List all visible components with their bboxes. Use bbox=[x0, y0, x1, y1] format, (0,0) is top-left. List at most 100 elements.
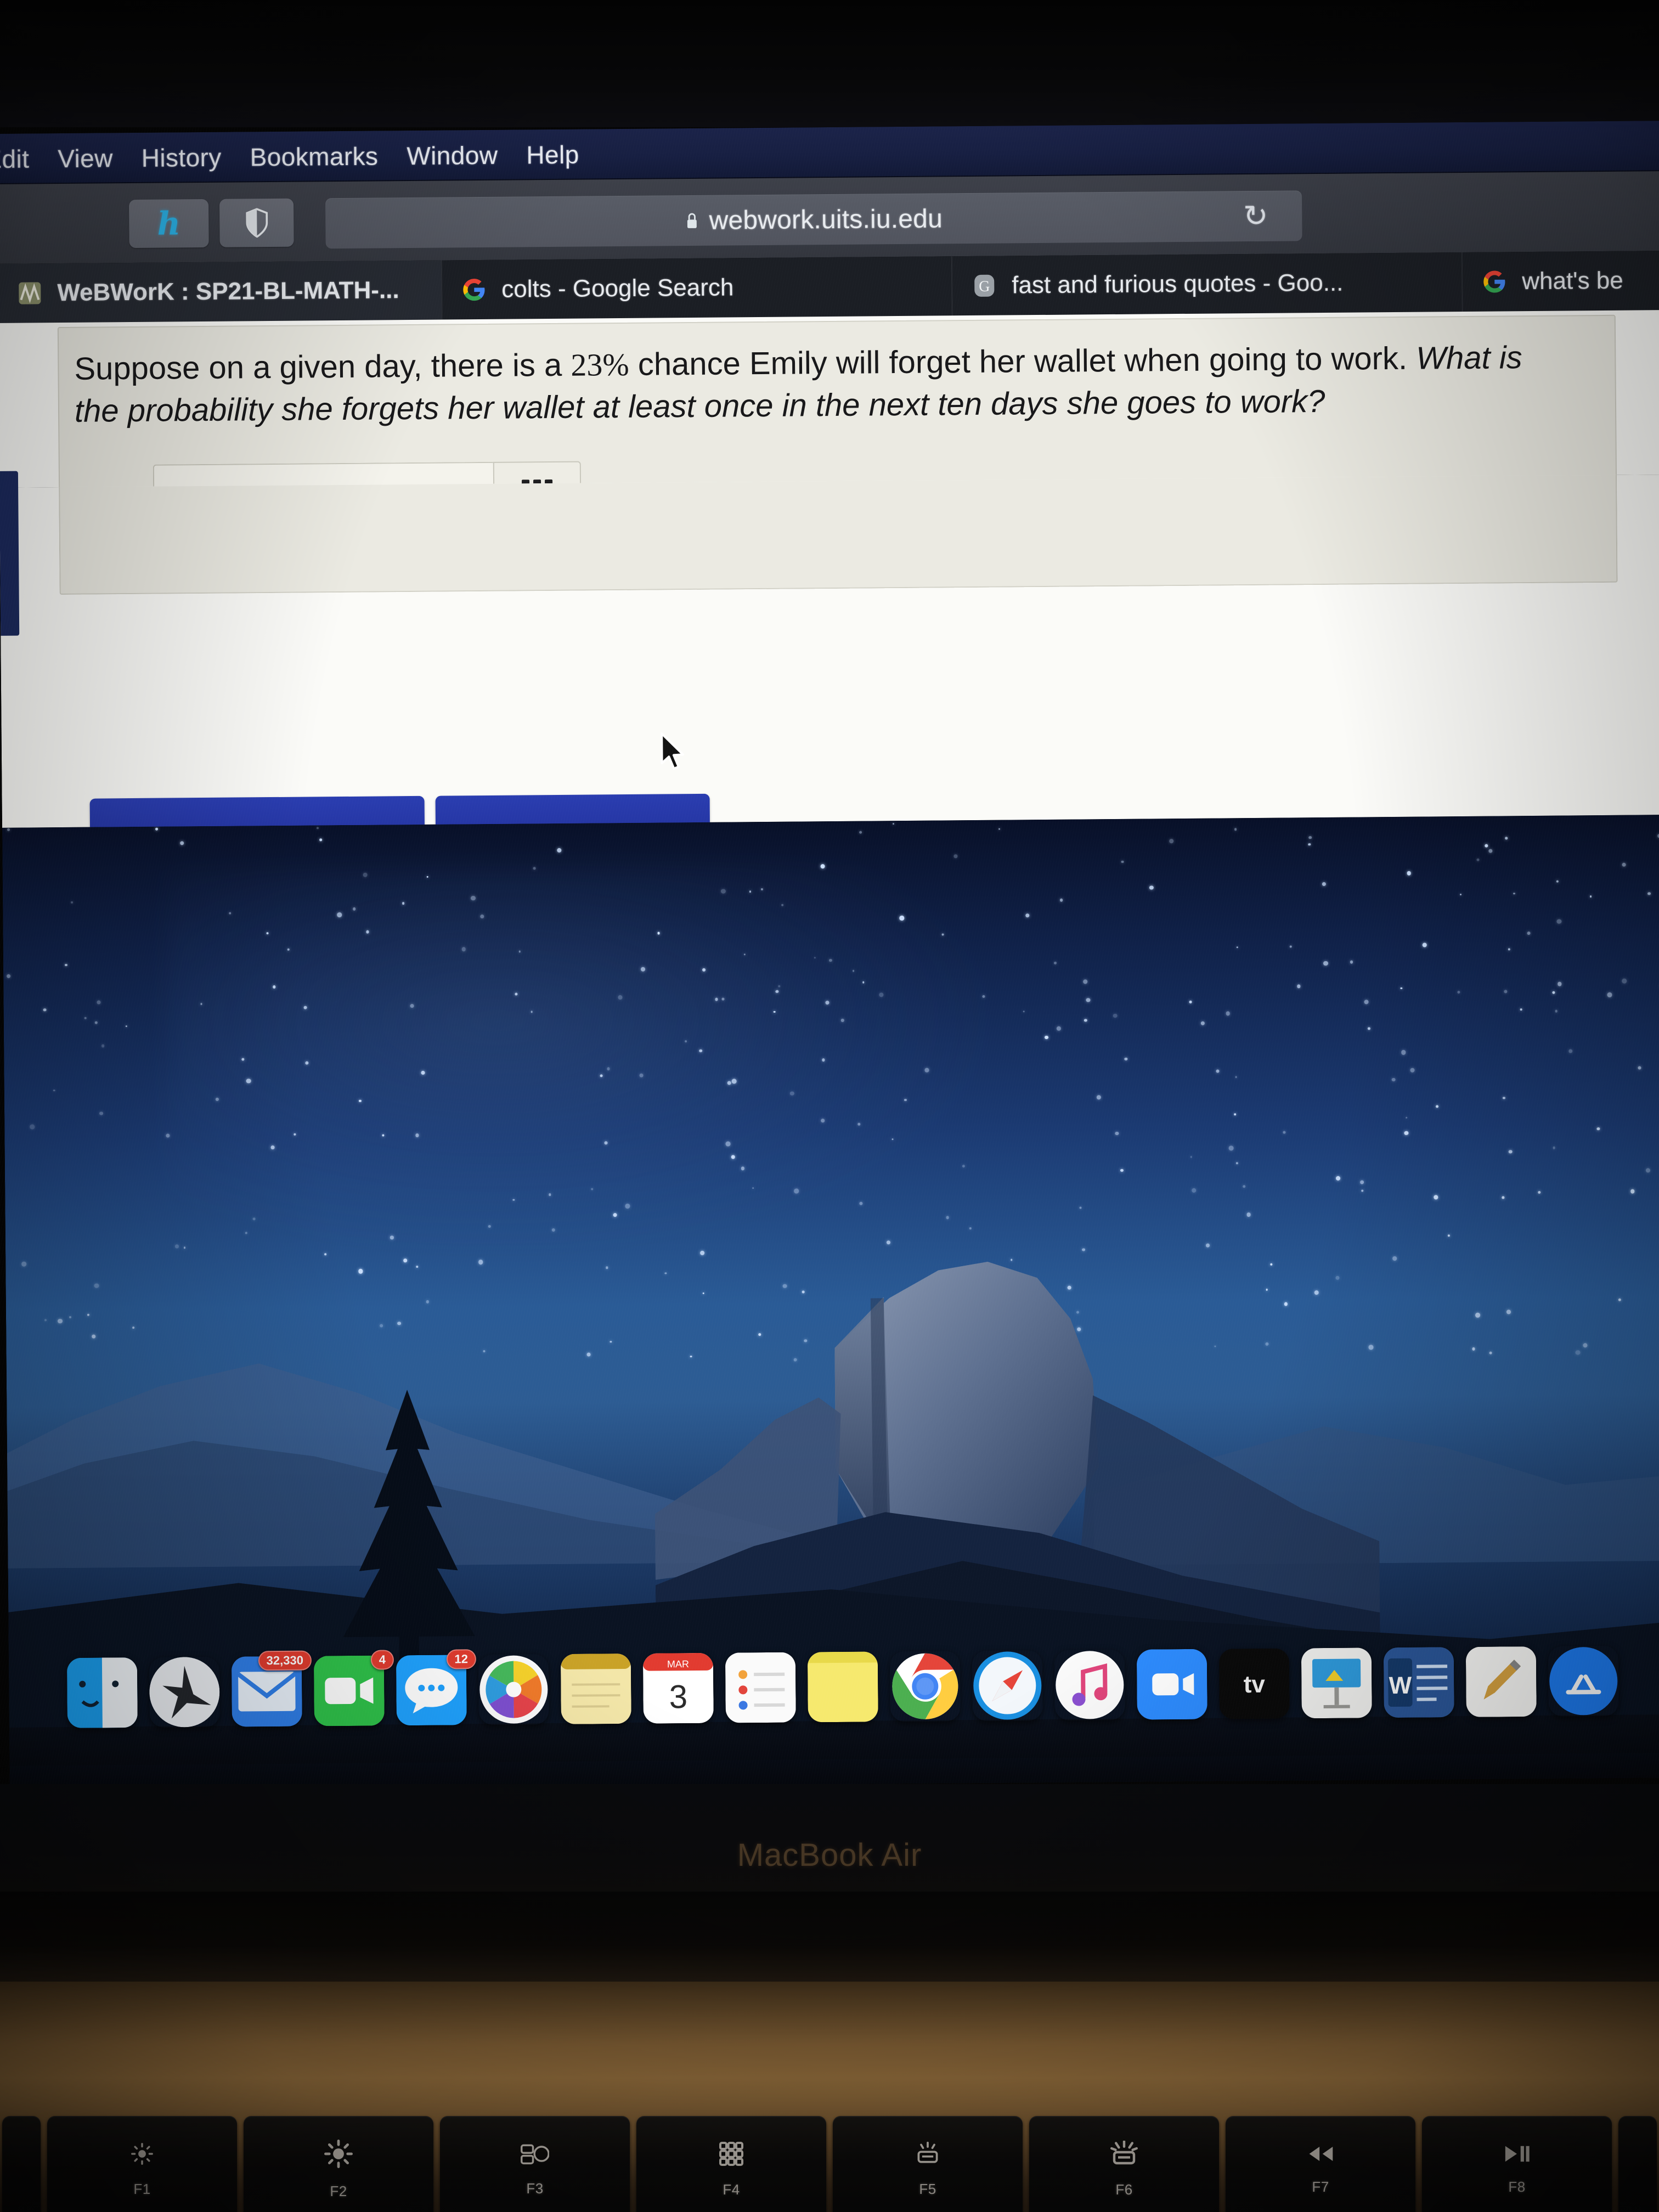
honey-extension-button[interactable]: h bbox=[128, 199, 209, 249]
keyboard-deck: F1 F2 F3 F4 F5 F6 F7 F8 bbox=[0, 1982, 1659, 2212]
dock-item-keynote[interactable] bbox=[1301, 1647, 1372, 1719]
dock-item-chrome[interactable] bbox=[890, 1651, 961, 1722]
function-key-label: F8 bbox=[1508, 2179, 1526, 2195]
app-store-icon bbox=[1548, 1646, 1619, 1717]
problem-text-part1: Suppose on a given day, there is a bbox=[74, 347, 571, 387]
tab-colts-google-search[interactable]: colts - Google Search bbox=[442, 256, 953, 320]
macbook-brand-label: MacBook Air bbox=[737, 1837, 922, 1873]
lock-icon bbox=[685, 212, 699, 229]
dock-badge: 32,330 bbox=[258, 1650, 312, 1671]
tab-label: what's be bbox=[1522, 267, 1623, 295]
keyboard-backlight-up-icon bbox=[1110, 2141, 1138, 2167]
stickies-icon bbox=[807, 1651, 878, 1723]
zoom-icon bbox=[1137, 1649, 1207, 1720]
tab-label: fast and furious quotes - Goo... bbox=[1012, 269, 1344, 299]
function-key-label: F6 bbox=[1115, 2181, 1133, 2198]
dock-item-safari[interactable] bbox=[972, 1650, 1043, 1721]
launchpad-icon bbox=[149, 1657, 220, 1728]
f9-key-partial[interactable] bbox=[1618, 2116, 1657, 2212]
dock-item-reminders[interactable] bbox=[725, 1652, 796, 1723]
dock-item-zoom[interactable] bbox=[1137, 1649, 1207, 1720]
function-key-f2[interactable]: F2 bbox=[244, 2116, 433, 2212]
reload-icon[interactable]: ↻ bbox=[1243, 200, 1268, 233]
problem-statement: Suppose on a given day, there is a 23% c… bbox=[74, 336, 1545, 432]
tab-webwork[interactable]: WeBWorK : SP21-BL-MATH-... bbox=[0, 260, 443, 323]
google-favicon bbox=[461, 276, 487, 303]
chrome-icon bbox=[890, 1651, 961, 1722]
webwork-sidebar[interactable] bbox=[0, 471, 20, 636]
dock-item-mail[interactable]: 32,330 bbox=[231, 1650, 312, 1727]
svg-text:tv: tv bbox=[1244, 1671, 1266, 1698]
google-grey-favicon: G bbox=[971, 273, 997, 299]
dock-item-stickies[interactable] bbox=[807, 1651, 878, 1723]
dock-item-music[interactable] bbox=[1054, 1650, 1125, 1720]
webwork-favicon bbox=[16, 280, 43, 306]
function-key-label: F4 bbox=[723, 2181, 740, 2198]
dock-item-microsoft-word[interactable]: W bbox=[1383, 1647, 1454, 1718]
music-icon bbox=[1054, 1650, 1125, 1720]
mouse-pointer-arrow bbox=[659, 732, 688, 771]
webwork-page-lower bbox=[0, 471, 1659, 859]
dock-item-facetime[interactable]: 4 bbox=[313, 1650, 394, 1726]
dock-item-launchpad[interactable] bbox=[149, 1657, 220, 1728]
function-key-f4[interactable]: F4 bbox=[636, 2116, 826, 2212]
problem-text-part2: chance Emily will forget her wallet when… bbox=[629, 340, 1417, 382]
function-key-f1[interactable]: F1 bbox=[47, 2116, 237, 2212]
dock-item-finder[interactable] bbox=[66, 1657, 138, 1729]
dock-item-app-store[interactable] bbox=[1548, 1646, 1619, 1717]
rewind-icon bbox=[1306, 2143, 1335, 2164]
dock-item-pages[interactable] bbox=[1465, 1646, 1537, 1717]
laptop-photo: Edit View History Bookmarks Window Help … bbox=[0, 0, 1659, 2212]
mission-control-icon bbox=[521, 2142, 549, 2166]
reminders-icon bbox=[725, 1652, 796, 1723]
menu-item-bookmarks[interactable]: Bookmarks bbox=[250, 141, 378, 172]
laptop-screen: Edit View History Bookmarks Window Help … bbox=[0, 121, 1659, 1791]
menu-item-edit[interactable]: Edit bbox=[0, 144, 29, 174]
menu-item-history[interactable]: History bbox=[142, 143, 222, 173]
apple-tv-icon: tv bbox=[1218, 1648, 1290, 1719]
keyboard-backlight-down-icon bbox=[915, 2141, 941, 2166]
notes-icon bbox=[560, 1654, 631, 1724]
shield-privacy-icon bbox=[245, 208, 269, 238]
webwork-page: Suppose on a given day, there is a 23% c… bbox=[0, 310, 1659, 613]
tab-whats-be[interactable]: what's be bbox=[1462, 250, 1659, 312]
svg-text:3: 3 bbox=[669, 1678, 688, 1715]
dock-item-apple-tv[interactable]: tv bbox=[1218, 1648, 1290, 1719]
play-pause-icon bbox=[1503, 2143, 1531, 2164]
launchpad-grid-icon bbox=[718, 2141, 744, 2167]
function-key-f8[interactable]: F8 bbox=[1422, 2116, 1612, 2212]
tab-label: WeBWorK : SP21-BL-MATH-... bbox=[57, 276, 399, 307]
menu-item-help[interactable]: Help bbox=[526, 140, 579, 170]
function-key-row: F1 F2 F3 F4 F5 F6 F7 F8 bbox=[0, 2116, 1659, 2212]
esc-key-partial[interactable] bbox=[2, 2116, 41, 2212]
brightness-down-icon bbox=[129, 2141, 155, 2166]
dock-item-photos[interactable] bbox=[478, 1654, 549, 1725]
function-key-f7[interactable]: F7 bbox=[1226, 2116, 1415, 2212]
function-key-label: F2 bbox=[330, 2183, 347, 2199]
function-key-f5[interactable]: F5 bbox=[833, 2116, 1023, 2212]
svg-text:G: G bbox=[979, 278, 990, 295]
tab-fast-and-furious-quotes[interactable]: G fast and furious quotes - Goo... bbox=[952, 252, 1463, 316]
menu-item-view[interactable]: View bbox=[58, 143, 113, 173]
problem-panel-bottom bbox=[59, 475, 1618, 595]
dock-item-notes[interactable] bbox=[560, 1654, 631, 1724]
menu-item-window[interactable]: Window bbox=[407, 140, 498, 171]
safari-icon bbox=[972, 1650, 1043, 1721]
macos-desktop: 32,330 4 12 MAR 3 tv W bbox=[2, 815, 1659, 1791]
laptop-body: MacBook Air F1 F2 F3 F4 F5 F6 F7 F8 bbox=[0, 1784, 1659, 2212]
pages-icon bbox=[1465, 1646, 1537, 1717]
function-key-f3[interactable]: F3 bbox=[440, 2116, 630, 2212]
dock-badge: 12 bbox=[446, 1649, 477, 1669]
function-key-f6[interactable]: F6 bbox=[1029, 2116, 1219, 2212]
finder-icon bbox=[66, 1657, 138, 1729]
privacy-shield-button[interactable] bbox=[219, 198, 294, 247]
brightness-up-icon bbox=[324, 2139, 353, 2169]
microsoft-word-icon: W bbox=[1383, 1647, 1454, 1718]
problem-percent-value: 23% bbox=[571, 346, 629, 383]
dock-item-calendar[interactable]: MAR 3 bbox=[642, 1652, 714, 1724]
address-bar[interactable]: webwork.uits.iu.edu ↻ bbox=[325, 190, 1302, 249]
honey-extension-icon: h bbox=[157, 205, 181, 242]
dock-item-messages[interactable]: 12 bbox=[396, 1649, 477, 1726]
svg-text:MAR: MAR bbox=[667, 1658, 689, 1669]
laptop-hinge bbox=[0, 1892, 1659, 1990]
